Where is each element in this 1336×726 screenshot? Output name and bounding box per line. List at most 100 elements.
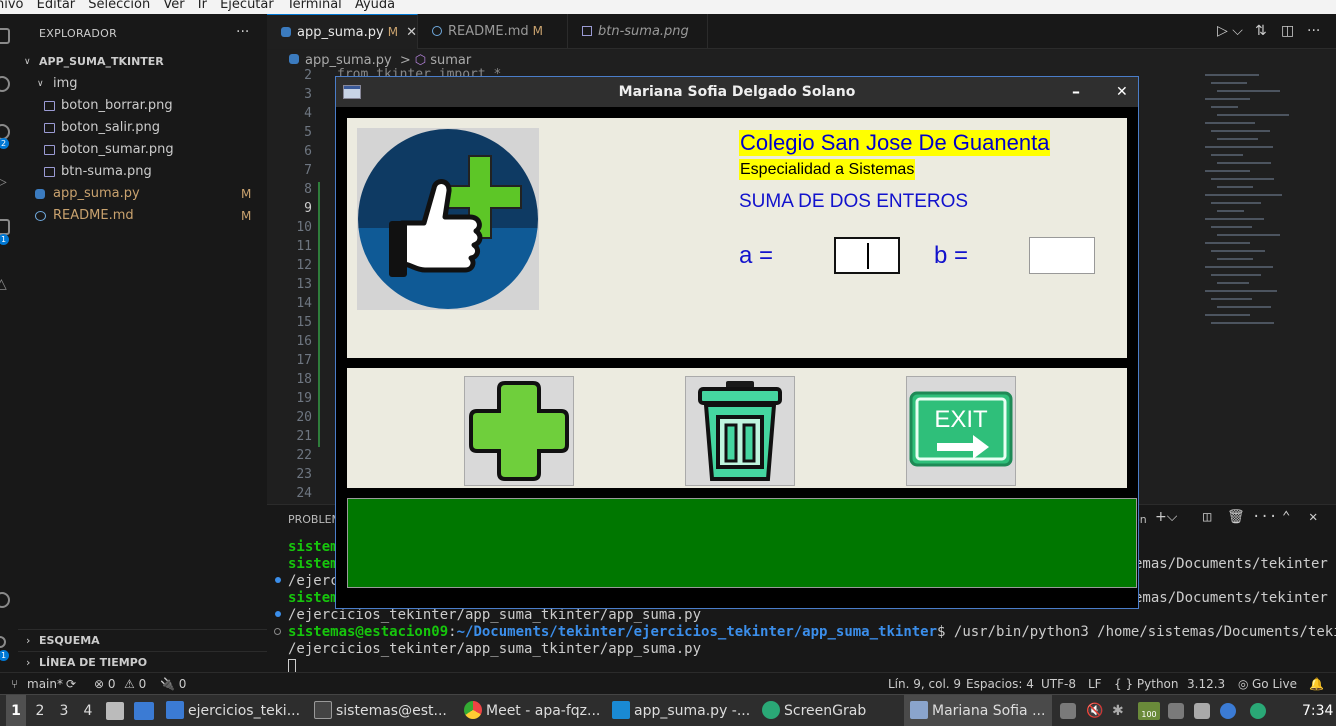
encoding[interactable]: UTF-8: [1041, 673, 1076, 695]
settings-gear-icon[interactable]: [0, 636, 6, 648]
folder-icon: [166, 701, 184, 719]
tree-file[interactable]: btn-suma.png: [18, 161, 267, 183]
tree-file[interactable]: boton_sumar.png: [18, 139, 267, 161]
show-desktop-icon[interactable]: [134, 702, 154, 720]
close-icon[interactable]: ✕: [406, 25, 417, 40]
more-actions-icon[interactable]: ···: [1307, 23, 1320, 39]
breadcrumb-file[interactable]: app_suma.py: [305, 53, 392, 68]
entry-a[interactable]: [834, 237, 900, 274]
breadcrumb-symbol[interactable]: sumar: [430, 53, 471, 68]
eol[interactable]: LF: [1088, 673, 1102, 695]
search-icon[interactable]: [0, 76, 10, 92]
tkinter-window[interactable]: Mariana Sofia Delgado Solano – ✕ Colegio…: [335, 76, 1139, 609]
trash-icon[interactable]: 🗑: [1227, 509, 1245, 525]
new-terminal-icon[interactable]: +⌵: [1155, 509, 1177, 525]
more-actions-icon[interactable]: ···: [236, 24, 249, 40]
sync-icon[interactable]: ⟳: [66, 673, 76, 695]
line-number: 22: [296, 448, 312, 463]
window-titlebar[interactable]: Mariana Sofia Delgado Solano – ✕: [336, 77, 1138, 107]
update-icon[interactable]: [1194, 703, 1210, 719]
errors-status[interactable]: ⊗ 0: [94, 673, 116, 695]
split-terminal-icon[interactable]: ◫: [1203, 509, 1211, 525]
close-panel-icon[interactable]: ✕: [1309, 509, 1317, 525]
tab-btn-suma[interactable]: btn-suma.png: [568, 14, 708, 49]
indentation[interactable]: Espacios: 4: [966, 673, 1034, 695]
menu-help[interactable]: Ayuda: [355, 0, 395, 12]
display-icon[interactable]: [1168, 703, 1184, 719]
clipboard-icon[interactable]: [1060, 703, 1076, 719]
menu-view[interactable]: Ver: [163, 0, 184, 12]
tree-file[interactable]: README.md M: [18, 205, 267, 227]
close-button[interactable]: ✕: [1116, 77, 1128, 107]
tab-app-suma[interactable]: app_suma.py M ✕: [267, 14, 418, 49]
run-debug-icon[interactable]: ▷: [0, 174, 10, 190]
minimap-line: [1205, 290, 1277, 292]
workspace-2[interactable]: 2: [30, 695, 50, 726]
more-actions-icon[interactable]: ···: [1252, 509, 1277, 525]
screengrab-tray-icon[interactable]: [1250, 703, 1266, 719]
tab-label: app_suma.py: [297, 25, 384, 40]
menu-run[interactable]: Ejecutar: [220, 0, 274, 12]
tree-file[interactable]: boton_salir.png: [18, 117, 267, 139]
menu-edit[interactable]: Editar: [37, 0, 76, 12]
network-icon[interactable]: [1220, 703, 1236, 719]
minimap-line: [1217, 114, 1289, 116]
compare-icon[interactable]: ⇅: [1255, 23, 1267, 39]
python-version[interactable]: 3.12.3: [1187, 673, 1225, 695]
workspace-3[interactable]: 3: [54, 695, 74, 726]
menu-terminal[interactable]: Terminal: [287, 0, 342, 12]
taskbar-item-folder[interactable]: ejercicios_teki...: [166, 695, 300, 726]
file-label: README.md: [53, 208, 134, 223]
taskbar-item-tkinter[interactable]: Mariana Sofia ...: [904, 695, 1052, 726]
minimap-line: [1211, 250, 1265, 252]
vscode-icon: [612, 701, 630, 719]
tab-readme[interactable]: README.md M: [418, 14, 568, 49]
delete-button[interactable]: [685, 376, 795, 486]
taskbar-item-chrome[interactable]: Meet - apa-fqz...: [464, 695, 600, 726]
battery-icon[interactable]: 100: [1138, 702, 1160, 720]
minimize-button[interactable]: –: [1072, 77, 1080, 107]
image-file-icon: [44, 145, 55, 155]
menu-go[interactable]: Ir: [198, 0, 207, 12]
outline-section[interactable]: › ESQUEMA: [18, 629, 267, 651]
taskbar-item-screengrab[interactable]: ScreenGrab: [762, 695, 866, 726]
minimap[interactable]: [1205, 72, 1325, 372]
workspace-4[interactable]: 4: [78, 695, 98, 726]
taskbar-item-vscode[interactable]: app_suma.py -...: [612, 695, 750, 726]
entry-b[interactable]: [1029, 237, 1095, 274]
golive-button[interactable]: Go Live: [1252, 673, 1297, 695]
cursor-position[interactable]: Lín. 9, col. 9: [888, 673, 961, 695]
maximize-panel-icon[interactable]: ⌃: [1282, 509, 1290, 525]
account-icon[interactable]: [0, 592, 10, 608]
explorer-icon[interactable]: [0, 28, 10, 44]
exit-button[interactable]: EXIT: [906, 376, 1016, 486]
branch-status[interactable]: main*: [27, 673, 63, 695]
menu-file[interactable]: hivo: [0, 0, 24, 12]
python-file-icon: [35, 189, 45, 199]
language-mode[interactable]: { } Python: [1114, 673, 1179, 695]
tab-problems[interactable]: PROBLEM: [288, 513, 341, 526]
file-manager-icon[interactable]: [106, 702, 124, 720]
warnings-status[interactable]: ⚠ 0: [124, 673, 146, 695]
bluetooth-icon[interactable]: ✱: [1112, 695, 1128, 719]
ports-status[interactable]: 🔌 0: [160, 673, 186, 695]
split-editor-icon[interactable]: ◫: [1281, 23, 1294, 39]
bell-icon[interactable]: 🔔: [1309, 673, 1324, 695]
remote-icon[interactable]: △: [0, 276, 10, 292]
clock[interactable]: 7:34: [1302, 695, 1333, 726]
extensions-icon[interactable]: [0, 219, 10, 235]
tree-folder-img[interactable]: ∨ img: [18, 73, 267, 95]
chrome-icon: [464, 701, 482, 719]
sum-button[interactable]: [464, 376, 574, 486]
line-number: 3: [304, 87, 312, 102]
workspace-1[interactable]: 1: [6, 695, 26, 726]
timeline-section[interactable]: › LÍNEA DE TIEMPO: [18, 651, 267, 673]
tree-file[interactable]: app_suma.py M: [18, 183, 267, 205]
tree-file[interactable]: boton_borrar.png: [18, 95, 267, 117]
mute-icon[interactable]: 🔇: [1086, 695, 1103, 719]
run-icon[interactable]: ▷ ⌵: [1217, 23, 1243, 39]
tree-root[interactable]: ∨ APP_SUMA_TKINTER: [18, 51, 267, 73]
taskbar-item-terminal[interactable]: sistemas@est...: [314, 695, 447, 726]
menu-selection[interactable]: Selección: [88, 0, 150, 12]
line-number: 23: [296, 467, 312, 482]
